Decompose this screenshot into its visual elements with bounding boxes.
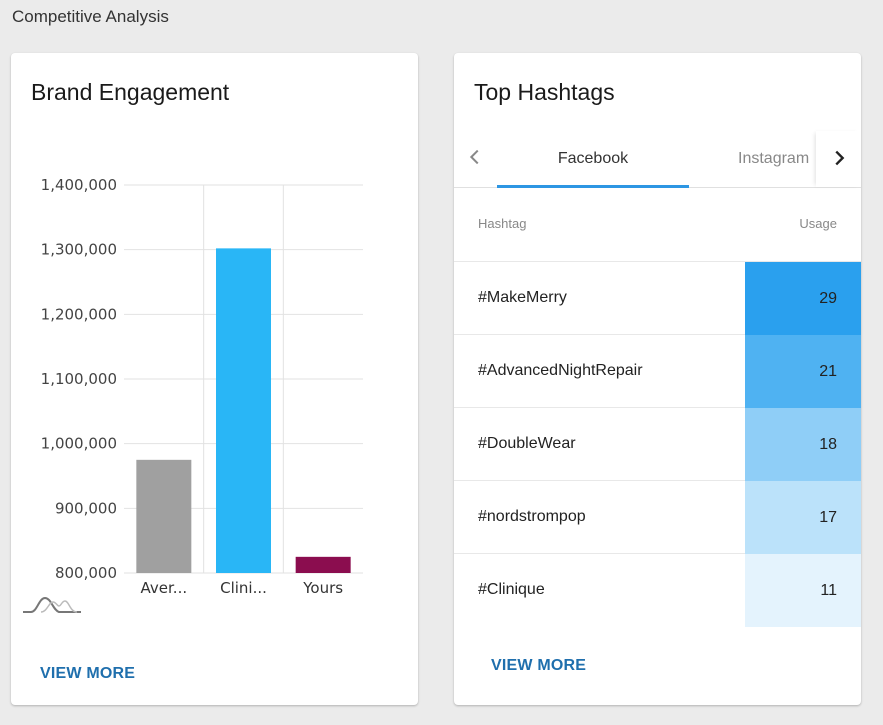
card-title: Top Hashtags bbox=[474, 79, 615, 105]
y-tick-label: 1,400,000 bbox=[41, 176, 117, 194]
x-tick-label: Yours bbox=[302, 579, 343, 597]
y-tick-label: 1,200,000 bbox=[41, 305, 117, 323]
usage-cell: 17 bbox=[745, 481, 861, 554]
y-tick-label: 800,000 bbox=[55, 564, 117, 582]
table-header: Hashtag Usage bbox=[454, 189, 861, 262]
table-row[interactable]: #DoubleWear 18 bbox=[454, 408, 861, 481]
y-tick-label: 1,100,000 bbox=[41, 370, 117, 388]
column-header-usage[interactable]: Usage bbox=[799, 216, 837, 231]
platform-tabs: Facebook Instagram bbox=[454, 131, 861, 188]
usage-cell: 21 bbox=[745, 335, 861, 408]
table-row[interactable]: #Clinique 11 bbox=[454, 554, 861, 627]
tab-facebook[interactable]: Facebook bbox=[497, 131, 689, 188]
usage-cell: 29 bbox=[745, 262, 861, 335]
bar-chart: 800,000 900,000 1,000,000 1,100,000 1,200,00… bbox=[41, 176, 363, 597]
top-hashtags-card: Top Hashtags Facebook Instagram Hashtag … bbox=[454, 53, 861, 705]
hashtag-table: Hashtag Usage #MakeMerry 29 #AdvancedNight… bbox=[454, 189, 861, 627]
hashtag-cell: #Clinique bbox=[478, 581, 545, 598]
bar-0[interactable] bbox=[136, 459, 192, 573]
hashtag-cell: #AdvancedNightRepair bbox=[478, 362, 643, 379]
table-row[interactable]: #AdvancedNightRepair 21 bbox=[454, 335, 861, 408]
hashtag-cell: #MakeMerry bbox=[478, 289, 567, 306]
y-tick-label: 1,000,000 bbox=[41, 435, 117, 453]
tab-scroll-next-button[interactable] bbox=[816, 131, 861, 187]
table-row[interactable]: #nordstrompop 17 bbox=[454, 481, 861, 554]
bar-1[interactable] bbox=[216, 248, 271, 573]
view-more-button[interactable]: VIEW MORE bbox=[491, 657, 586, 675]
y-tick-label: 900,000 bbox=[55, 499, 117, 517]
brand-engagement-card: Brand Engagement 800,000 900,000 1,000,000… bbox=[11, 53, 418, 705]
chevron-left-icon[interactable] bbox=[464, 146, 486, 168]
hashtag-cell: #DoubleWear bbox=[478, 435, 576, 452]
column-header-hashtag[interactable]: Hashtag bbox=[478, 216, 526, 231]
chevron-right-icon bbox=[835, 150, 845, 166]
table-row[interactable]: #MakeMerry 29 bbox=[454, 262, 861, 335]
x-tick-label: Aver... bbox=[141, 579, 188, 597]
x-tick-label: Clini... bbox=[220, 579, 267, 597]
usage-cell: 18 bbox=[745, 408, 861, 481]
sparkline-icon[interactable] bbox=[21, 592, 83, 616]
view-more-button[interactable]: VIEW MORE bbox=[40, 665, 135, 683]
tab-instagram[interactable]: Instagram bbox=[738, 131, 828, 188]
usage-cell: 11 bbox=[745, 554, 861, 627]
page-title: Competitive Analysis bbox=[12, 7, 169, 26]
y-tick-label: 1,300,000 bbox=[41, 241, 117, 259]
bar-2[interactable] bbox=[295, 556, 351, 573]
hashtag-cell: #nordstrompop bbox=[478, 508, 586, 525]
